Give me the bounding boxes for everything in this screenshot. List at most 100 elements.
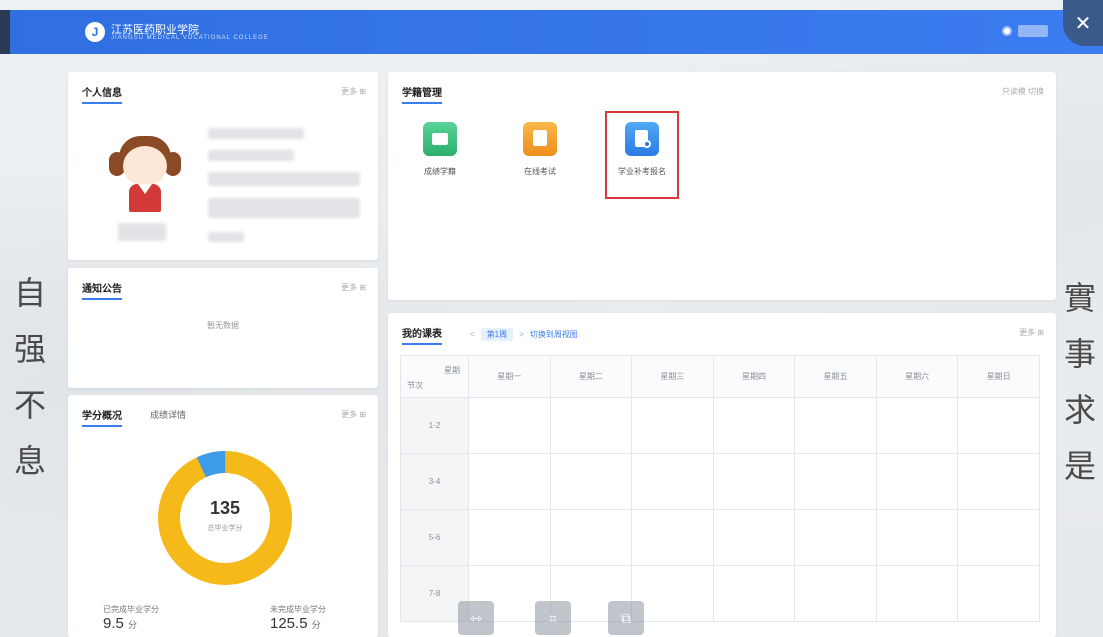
notice-more-link[interactable]: 更多 ⊞ xyxy=(341,282,366,293)
period-label: 5-6 xyxy=(400,509,469,566)
schedule-cell[interactable] xyxy=(794,509,877,566)
day-header: 星期六 xyxy=(875,355,959,398)
schedule-cell[interactable] xyxy=(631,397,714,454)
calli-char: 强 xyxy=(14,330,47,368)
remaining-credits: 未完成毕业学分 125.5 分 xyxy=(270,604,326,632)
remaining-unit: 分 xyxy=(311,620,321,630)
profile-more-link[interactable]: 更多 ⊞ xyxy=(341,86,366,97)
prev-week-icon[interactable]: < xyxy=(470,330,475,339)
calligraphy-left: 自 强 不 息 xyxy=(14,265,46,489)
schedule-title: 我的课表 xyxy=(402,325,442,345)
notice-empty-text: 暂无数据 xyxy=(207,321,239,330)
schedule-cell[interactable] xyxy=(549,397,633,454)
schedule-cell[interactable] xyxy=(875,453,959,510)
user-avatar-icon xyxy=(1002,26,1012,36)
earned-unit: 分 xyxy=(128,620,138,630)
day-header: 星期一 xyxy=(468,355,551,398)
app-label: 在线考试 xyxy=(524,167,556,176)
schedule-cell[interactable] xyxy=(468,509,551,566)
calli-char: 事 xyxy=(1064,335,1097,373)
schedule-cell[interactable] xyxy=(712,397,796,454)
switch-week-view-link[interactable]: 切换到周视图 xyxy=(530,329,578,340)
total-credits: 135 xyxy=(209,498,241,518)
info-line-blurred xyxy=(208,128,304,139)
next-week-icon[interactable]: > xyxy=(519,330,524,339)
period-label: 1-2 xyxy=(400,397,469,454)
day-header: 星期日 xyxy=(957,355,1040,398)
earned-credits: 已完成毕业学分 9.5 分 xyxy=(103,604,159,632)
dock-window-button[interactable]: ⧉ xyxy=(608,601,644,635)
notice-title: 通知公告 xyxy=(82,280,122,300)
period-label: 3-4 xyxy=(400,453,469,510)
logo-text: 江苏医药职业学院 xyxy=(111,22,199,36)
current-week[interactable]: 第1周 xyxy=(480,328,514,341)
corner-period-label: 节次 xyxy=(407,380,423,390)
student-name-blurred xyxy=(118,223,166,241)
info-line-blurred xyxy=(208,150,294,161)
dock-fit-button[interactable]: ⇿ xyxy=(458,601,494,635)
schedule-cell[interactable] xyxy=(794,565,877,622)
dock-screenshot-button[interactable]: ⌗ xyxy=(535,601,571,635)
calli-char: 自 xyxy=(14,274,47,312)
schedule-cell[interactable] xyxy=(631,453,714,510)
user-menu[interactable] xyxy=(1002,25,1048,37)
schedule-cell[interactable] xyxy=(712,509,796,566)
week-navigator: < 第1周 > 切换到周视图 xyxy=(470,328,578,341)
calligraphy-right: 實 事 求 是 xyxy=(1064,270,1096,494)
logo-subtext: JIANGSU MEDICAL VOCATIONAL COLLEGE xyxy=(111,34,269,41)
schedule-cell[interactable] xyxy=(794,397,877,454)
calli-char: 不 xyxy=(14,386,47,424)
earned-label: 已完成毕业学分 xyxy=(103,605,159,614)
selection-highlight xyxy=(605,111,679,199)
corner-day-label: 星期 xyxy=(444,365,460,375)
schedule-more-link[interactable]: 更多 ⊞ xyxy=(1019,327,1044,338)
folder-icon xyxy=(423,122,457,156)
schedule-cell[interactable] xyxy=(957,397,1040,454)
schedule-cell[interactable] xyxy=(468,453,551,510)
remaining-label: 未完成毕业学分 xyxy=(270,605,326,614)
fit-icon: ⇿ xyxy=(470,609,482,626)
exam-icon xyxy=(523,122,557,156)
close-button[interactable]: ✕ xyxy=(1063,0,1103,46)
avatar xyxy=(105,130,185,215)
schedule-cell[interactable] xyxy=(712,565,796,622)
schedule-cell[interactable] xyxy=(631,509,714,566)
academic-mode-links[interactable]: 只读模 切换 xyxy=(1002,86,1044,97)
app-online-exam[interactable]: 在线考试 xyxy=(504,122,576,177)
schedule-cell[interactable] xyxy=(957,453,1040,510)
schedule-cell[interactable] xyxy=(549,453,633,510)
table-row: 7-8 xyxy=(400,565,1040,622)
corner-cell: 星期 节次 xyxy=(400,355,469,398)
user-name-blurred xyxy=(1018,25,1048,37)
calli-char: 是 xyxy=(1064,447,1097,485)
logo-badge-icon: J xyxy=(85,22,105,42)
academic-title: 学籍管理 xyxy=(402,84,442,104)
screenshot-icon: ⌗ xyxy=(549,609,557,626)
info-line-blurred xyxy=(208,198,360,218)
remaining-value: 125.5 xyxy=(270,615,308,632)
schedule-cell[interactable] xyxy=(794,453,877,510)
schedule-cell[interactable] xyxy=(875,565,959,622)
donut-center: 135 总毕业学分 xyxy=(155,498,295,533)
day-header: 星期五 xyxy=(794,355,877,398)
info-line-blurred xyxy=(208,172,360,186)
schedule-cell[interactable] xyxy=(875,397,959,454)
school-logo[interactable]: J 江苏医药职业学院 JIANGSU MEDICAL VOCATIONAL CO… xyxy=(85,22,269,42)
calli-char: 求 xyxy=(1064,391,1097,429)
credit-more-link[interactable]: 更多 ⊞ xyxy=(341,409,366,420)
tab-grade-details[interactable]: 成绩详情 xyxy=(150,408,186,421)
schedule-cell[interactable] xyxy=(957,509,1040,566)
top-bar: J 江苏医药职业学院 JIANGSU MEDICAL VOCATIONAL CO… xyxy=(0,10,1103,54)
window-edge xyxy=(0,10,10,54)
app-grades[interactable]: 成绩学籍 xyxy=(404,122,476,177)
day-header: 星期三 xyxy=(631,355,714,398)
schedule-table: 星期 节次 星期一 星期二 星期三 星期四 星期五 星期六 星期日 1-2 3-… xyxy=(400,355,1040,622)
schedule-cell[interactable] xyxy=(468,397,551,454)
window-icon: ⧉ xyxy=(621,609,631,626)
schedule-cell[interactable] xyxy=(875,509,959,566)
app-label: 成绩学籍 xyxy=(424,167,456,176)
schedule-cell[interactable] xyxy=(712,453,796,510)
schedule-cell[interactable] xyxy=(549,509,633,566)
schedule-cell[interactable] xyxy=(957,565,1040,622)
calli-char: 實 xyxy=(1064,279,1097,317)
